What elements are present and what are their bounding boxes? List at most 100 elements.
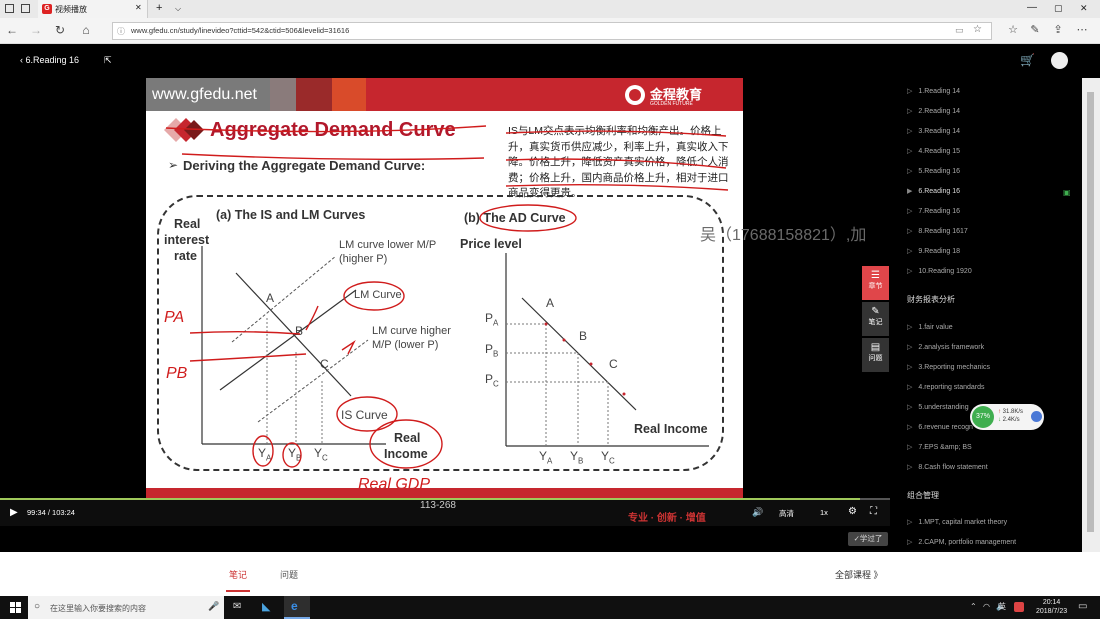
share-icon[interactable]: ⇱ [104,55,112,66]
windows-start-icon[interactable] [10,602,21,613]
list-item[interactable]: ▷ 2.Reading 14 [907,107,960,115]
list-item-current[interactable]: ▶ 6.Reading 16 [907,187,960,195]
list-item[interactable]: ▷ 10.Reading 1920 [907,267,972,275]
list-item[interactable]: ▷ 6.revenue recogn [907,423,973,431]
quality-button[interactable]: 高清 [779,508,794,519]
settings-gear-icon[interactable]: ⚙ [848,506,857,517]
notes-button[interactable]: ✎ 笔记 [862,302,889,336]
chapter-list-panel: ▷ 1.Reading 14 ▷ 2.Reading 14 ▷ 3.Reading 1… [890,78,1082,552]
all-courses-link[interactable]: 全部课程 》 [835,568,883,581]
back-label: 6.Reading 16 [25,55,80,65]
list-item[interactable]: ▷ 3.Reporting mechanics [907,363,990,371]
list-item[interactable]: ▷ 5.Reading 16 [907,167,960,175]
slide-footer [146,488,743,498]
back-arrow-icon[interactable]: ← [4,23,20,37]
close-tab-icon[interactable]: ✕ [135,3,142,12]
list-item[interactable]: ▷ 1.fair value [907,323,953,331]
minimize-icon[interactable]: — [1027,2,1037,13]
handwriting-annotations [165,125,729,469]
list-item[interactable]: ▷ 1.MPT, capital market theory [907,518,1007,526]
play-icon: ▷ [907,384,913,391]
lm-lower-line [231,255,337,343]
questions-button[interactable]: ▤ 问题 [862,338,889,372]
reading-view-icon[interactable]: ▭ [955,25,964,36]
avatar[interactable] [1051,52,1068,69]
cart-icon[interactable]: 🛒 [1020,53,1035,67]
lm-higher-line [257,339,369,423]
app-icon[interactable]: ◣ [262,600,270,613]
play-icon: ▷ [907,108,913,115]
chevron-down-icon[interactable]: ⌵ [175,4,181,14]
tab-actions-icon[interactable] [5,4,14,13]
list-item[interactable]: ▷ 1.Reading 14 [907,87,960,95]
fullscreen-icon[interactable]: ⛶ [870,506,877,517]
play-icon: ▷ [907,88,913,95]
notifications-icon[interactable]: ▭ [1078,601,1087,612]
play-icon: ▷ [907,268,913,275]
play-icon: ▷ [907,539,913,546]
list-item[interactable]: ▷ 5.understanding [907,403,969,411]
handwriting-pb: PB [166,365,188,382]
network-speed-widget[interactable]: 37% ↑ 31.8K/s ↓ 2.4K/s [970,404,1044,430]
time-display: 99:34 / 103:24 [27,508,75,517]
play-icon: ▷ [907,424,913,431]
list-item[interactable]: ▷ 2.CAPM, portfolio management [907,538,1016,546]
edge-icon: e [291,599,298,613]
list-item[interactable]: ▷ 4.reporting standards [907,383,985,391]
rocket-icon [1031,411,1042,422]
list-item[interactable]: ▷ 7.EPS &amp; BS [907,443,972,451]
antivirus-icon[interactable] [1014,602,1024,612]
list-item[interactable]: ▷ 4.Reading 15 [907,147,960,155]
edge-taskbar-button[interactable]: e [284,596,310,619]
list-item[interactable]: ▷ 7.Reading 16 [907,207,960,215]
volume-icon[interactable]: 🔊 [752,507,763,518]
url-bar[interactable]: ⓘ www.gfedu.cn/study/linevideo?cttid=542… [112,22,992,40]
list-item[interactable]: ▷ 8.Cash flow statement [907,463,988,471]
tray-chevron-icon[interactable]: ⌃ [970,602,977,611]
pen-notes-icon[interactable]: ✎ [1027,23,1043,36]
forward-arrow-icon[interactable]: → [28,23,44,37]
share-icon[interactable]: ⇪ [1050,23,1066,36]
now-playing-icon: ▣ [1063,188,1071,197]
browser-tab-active[interactable]: G 视频播放 ✕ [38,0,148,18]
list-item[interactable]: ▷ 2.analysis framework [907,343,984,351]
cpu-percent: 37% [972,406,994,428]
play-icon: ▷ [907,404,913,411]
slide-page-number: 113-268 [420,500,456,511]
back-to-course-link[interactable]: ‹ 6.Reading 16 [20,55,79,65]
clock[interactable]: 20:14 2018/7/23 [1036,598,1067,616]
mark-learned-button[interactable]: ✓学过了 [848,532,888,546]
tab-notes[interactable]: 笔记 [229,568,247,581]
favorites-hub-icon[interactable]: ☆ [1005,23,1021,36]
play-icon: ▷ [907,168,913,175]
play-icon: ▷ [907,248,913,255]
favorite-star-icon[interactable]: ☆ [973,24,982,35]
tab-questions[interactable]: 问题 [280,568,298,581]
chapter-button[interactable]: ☰ 章节 [862,266,889,300]
refresh-icon[interactable]: ↻ [52,23,68,37]
wifi-icon[interactable]: ◠ [983,602,990,611]
microphone-icon[interactable]: 🎤 [208,601,219,612]
taskbar-search[interactable]: ○ 在这里输入你要搜索的内容 🎤 [28,596,224,619]
slide-slogan: 专业 · 创新 · 增值 [628,513,706,524]
list-item[interactable]: ▷ 3.Reading 14 [907,127,960,135]
play-icon[interactable]: ▶ [10,507,18,518]
speed-button[interactable]: 1x [820,508,828,517]
scrollbar[interactable] [1082,78,1100,552]
site-info-icon[interactable]: ⓘ [117,26,125,37]
ime-indicator[interactable]: 英 [998,601,1006,612]
play-icon: ▷ [907,444,913,451]
tab-preview-icon[interactable] [21,4,30,13]
play-icon: ▷ [907,324,913,331]
play-icon: ▷ [907,148,913,155]
more-menu-icon[interactable]: ⋯ [1074,23,1090,36]
home-icon[interactable]: ⌂ [78,23,94,37]
mail-icon[interactable]: ✉ [233,601,241,612]
list-item[interactable]: ▷ 8.Reading 1617 [907,227,968,235]
network-speeds: ↑ 31.8K/s ↓ 2.4K/s [998,409,1024,423]
close-window-icon[interactable]: ✕ [1080,3,1088,14]
list-item[interactable]: ▷ 9.Reading 18 [907,247,960,255]
maximize-icon[interactable]: ▢ [1054,3,1063,14]
scrollbar-thumb[interactable] [1087,92,1094,532]
new-tab-icon[interactable]: + [156,2,162,14]
